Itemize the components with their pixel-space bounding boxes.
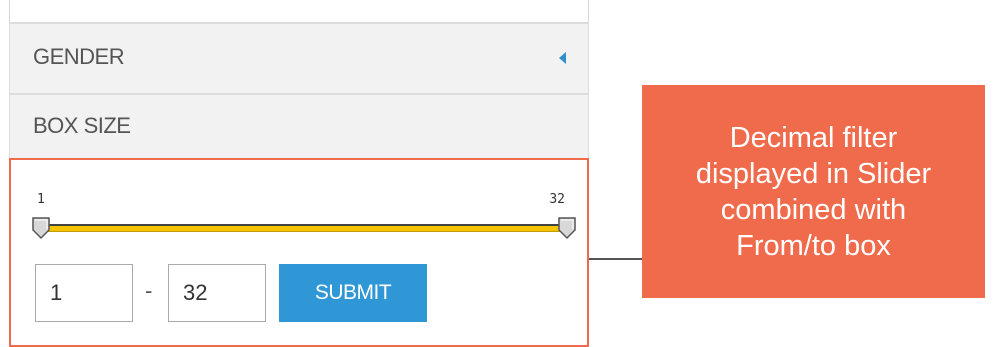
filter-gender[interactable]: GENDER	[9, 22, 589, 93]
caret-left-icon	[559, 52, 566, 64]
slider-handle-max[interactable]	[557, 216, 577, 240]
filter-panel: GENDER BOX SIZE 1 32 - SUBMIT	[9, 0, 589, 347]
range-from-input[interactable]	[35, 264, 133, 322]
slider-track[interactable]	[41, 224, 568, 232]
slider-max-label: 32	[549, 192, 565, 207]
slider-min-label: 1	[37, 192, 45, 207]
annotation-connector-line	[589, 258, 642, 260]
submit-button[interactable]: SUBMIT	[279, 264, 427, 322]
panel-top-edge	[9, 0, 589, 22]
filter-box-size[interactable]: BOX SIZE	[9, 93, 589, 158]
range-separator: -	[145, 278, 153, 303]
slider-handle-min[interactable]	[31, 216, 51, 240]
annotation-callout: Decimal filter displayed in Slider combi…	[642, 85, 985, 298]
filter-box-size-label: BOX SIZE	[33, 113, 131, 138]
range-to-input[interactable]	[168, 264, 266, 322]
box-size-slider-section: 1 32 - SUBMIT	[9, 158, 589, 347]
filter-gender-label: GENDER	[33, 44, 125, 69]
